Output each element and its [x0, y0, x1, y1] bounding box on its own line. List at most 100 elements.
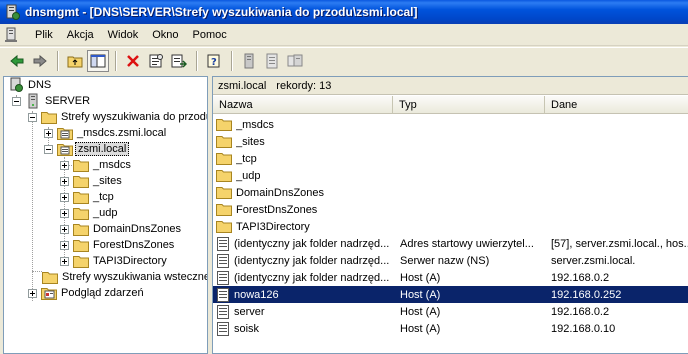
menu-widok[interactable]: Widok [101, 27, 146, 43]
toolbar-separator [196, 50, 198, 71]
tree-label: DNS [28, 79, 52, 91]
delete-x-icon [127, 54, 139, 67]
tree-item-tcp[interactable]: _tcp [60, 189, 116, 205]
tree-item-zsmi-local[interactable]: zsmi.local [44, 141, 130, 157]
dns-app-icon [6, 4, 20, 20]
record-row[interactable]: server Host (A) 192.168.0.2 [213, 303, 688, 320]
tree-item-tapi3directory[interactable]: TAPI3Directory [60, 253, 169, 269]
record-row[interactable]: (identyczny jak folder nadrzęd... Serwer … [213, 252, 688, 269]
records-pane: zsmi.local rekordy: 13 Nazwa Typ Dane _m… [212, 76, 688, 354]
forward-arrow-icon [33, 54, 47, 67]
dns-icon [10, 77, 23, 92]
zone-icon [57, 128, 73, 140]
tree-item-msdcs[interactable]: _msdcs [60, 157, 133, 173]
system-menu-icon[interactable] [4, 27, 20, 43]
menu-pomoc[interactable]: Pomoc [186, 27, 234, 43]
zone-icon [57, 144, 73, 156]
tree-item-sites[interactable]: _sites [60, 173, 124, 189]
record-name-cell: _udp [216, 169, 394, 182]
expand-toggle[interactable] [60, 224, 69, 234]
tree-item-forestdnszones[interactable]: ForestDnsZones [60, 237, 176, 253]
back-button[interactable] [6, 50, 28, 72]
tree-label: _udp [93, 207, 118, 219]
expand-toggle[interactable] [60, 240, 69, 250]
show-console-tree-button[interactable] [87, 49, 109, 72]
folder-icon [216, 119, 232, 131]
record-row[interactable]: TAPI3Directory [213, 218, 688, 235]
record-row[interactable]: nowa126 Host (A) 192.168.0.252 [213, 286, 688, 303]
column-header-nazwa[interactable]: Nazwa [213, 96, 393, 114]
record-list-icon [266, 53, 278, 68]
record-name-cell: server [216, 304, 394, 319]
tree-item-msdcs-zone[interactable]: _msdcs.zsmi.local [44, 125, 168, 141]
expand-toggle[interactable] [60, 176, 69, 186]
multi-record-icon [287, 54, 303, 66]
record-row[interactable]: ForestDnsZones [213, 201, 688, 218]
export-list-button[interactable] [168, 50, 190, 72]
record-data: 192.168.0.10 [551, 322, 616, 335]
record-row[interactable]: soisk Host (A) 192.168.0.10 [213, 320, 688, 337]
column-header-dane[interactable]: Dane [545, 96, 688, 114]
column-header-row: Nazwa Typ Dane [213, 96, 688, 114]
tree-label-selected: zsmi.local [75, 142, 130, 156]
expand-toggle[interactable] [60, 208, 69, 218]
collapse-toggle[interactable] [44, 144, 53, 154]
tree-label: Strefy wyszukiwania do przodu [61, 111, 208, 123]
record-row[interactable]: (identyczny jak folder nadrzęd... Host (A… [213, 269, 688, 286]
column-header-typ[interactable]: Typ [393, 96, 545, 114]
record-row[interactable]: DomainDnsZones [213, 184, 688, 201]
expand-toggle[interactable] [60, 256, 69, 266]
tree-item-dns[interactable]: DNS [8, 77, 53, 93]
tree-item-udp[interactable]: _udp [60, 205, 119, 221]
record-name-cell: _sites [216, 135, 394, 148]
console-tree-pane[interactable]: DNS SERVER Strefy wyszukiwania do przodu… [3, 76, 208, 354]
record-row[interactable]: _msdcs [213, 116, 688, 133]
expand-toggle[interactable] [28, 288, 37, 298]
folder-icon [216, 170, 232, 182]
record-row[interactable]: _tcp [213, 150, 688, 167]
record-icon [217, 287, 229, 302]
record-name-cell: (identyczny jak folder nadrzęd... [216, 270, 394, 285]
forward-button[interactable] [29, 50, 51, 72]
properties-button[interactable] [145, 50, 167, 72]
tree-item-event-viewer[interactable]: Podgląd zdarzeń [28, 285, 146, 301]
record-name: _udp [236, 169, 261, 182]
expand-toggle[interactable] [60, 160, 69, 170]
record-count: rekordy: 13 [276, 79, 332, 92]
tree-item-forward-zones[interactable]: Strefy wyszukiwania do przodu [28, 109, 208, 125]
filter-button[interactable] [284, 50, 306, 72]
up-one-level-button[interactable] [64, 50, 86, 72]
tree-item-server[interactable]: SERVER [12, 93, 92, 109]
expand-toggle[interactable] [44, 128, 53, 138]
record-type: Serwer nazw (NS) [400, 254, 490, 267]
folder-icon [73, 191, 89, 204]
toolbar-separator [231, 50, 233, 71]
record-row[interactable]: (identyczny jak folder nadrzęd... Adres s… [213, 235, 688, 252]
menu-bar: Plik Akcja Widok Okno Pomoc [0, 24, 688, 46]
tree-item-reverse-zones[interactable]: Strefy wyszukiwania wsteczneg [42, 269, 207, 285]
collapse-toggle[interactable] [12, 96, 21, 106]
record-row[interactable]: _udp [213, 167, 688, 184]
record-icon [217, 236, 229, 251]
record-data: 192.168.0.252 [551, 288, 622, 301]
record-name: ForestDnsZones [236, 203, 318, 216]
new-record-button[interactable] [261, 50, 283, 72]
tree-item-domaindnszones[interactable]: DomainDnsZones [60, 221, 183, 237]
collapse-toggle[interactable] [28, 112, 37, 122]
server-button[interactable] [238, 50, 260, 72]
expand-toggle[interactable] [60, 192, 69, 202]
server-icon [28, 93, 38, 109]
help-button[interactable]: ? [203, 50, 225, 72]
menu-okno[interactable]: Okno [145, 27, 185, 43]
record-row[interactable]: _sites [213, 133, 688, 150]
menu-plik[interactable]: Plik [28, 27, 60, 43]
record-icon [217, 321, 229, 336]
folder-icon [216, 204, 232, 216]
record-type: Host (A) [400, 288, 441, 301]
folder-icon [216, 136, 232, 148]
delete-button[interactable] [122, 50, 144, 72]
record-type: Adres startowy uwierzytel... [400, 237, 534, 250]
menu-akcja[interactable]: Akcja [60, 27, 101, 43]
title-bar[interactable]: dnsmgmt - [DNS\SERVER\Strefy wyszukiwani… [0, 0, 688, 24]
record-name-cell: _tcp [216, 152, 394, 165]
